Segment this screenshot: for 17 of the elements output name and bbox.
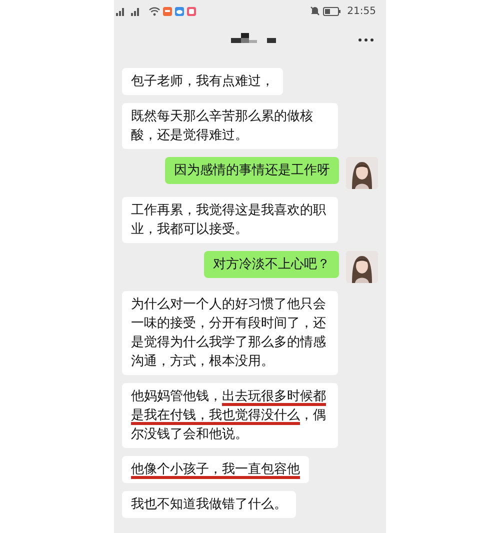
wifi-icon [149,6,160,16]
message-bubble: 为什么对一个人的好习惯了他只会一味的接受，分开有段时间了，还是觉得为什么我学了那么多的情感沟通，方式，根本没用。 [122,291,338,375]
clock: 21:55 [347,6,376,16]
message-bubble: 我也不知道我做错了什么。 [122,491,296,518]
message-bubble: 对方冷淡不上心吧？ [204,251,339,278]
app-notification-icon [163,6,172,16]
message-bubble: 工作再累，我觉得这是我喜欢的职业，我都可以接受。 [122,197,338,243]
message-bubble: 他像个小孩子，我一直包容他 [122,456,309,483]
message-bubble: 他妈妈管他钱，出去玩很多时候都是我在付钱，我也觉得没什么，偶尔没钱了会和他说。 [122,383,338,448]
more-icon[interactable] [358,38,374,42]
message-bubble: 既然每天那么辛苦那么累的做核酸，还是觉得难过。 [122,103,338,149]
app-notification-icon [187,6,196,16]
app-notification-icon [175,6,184,16]
battery-icon [323,6,342,16]
message-bubble: 因为感情的事情还是工作呀 [165,157,339,184]
mute-icon [310,6,320,16]
message-bubble: 包子老师，我有点难过， [122,68,283,95]
